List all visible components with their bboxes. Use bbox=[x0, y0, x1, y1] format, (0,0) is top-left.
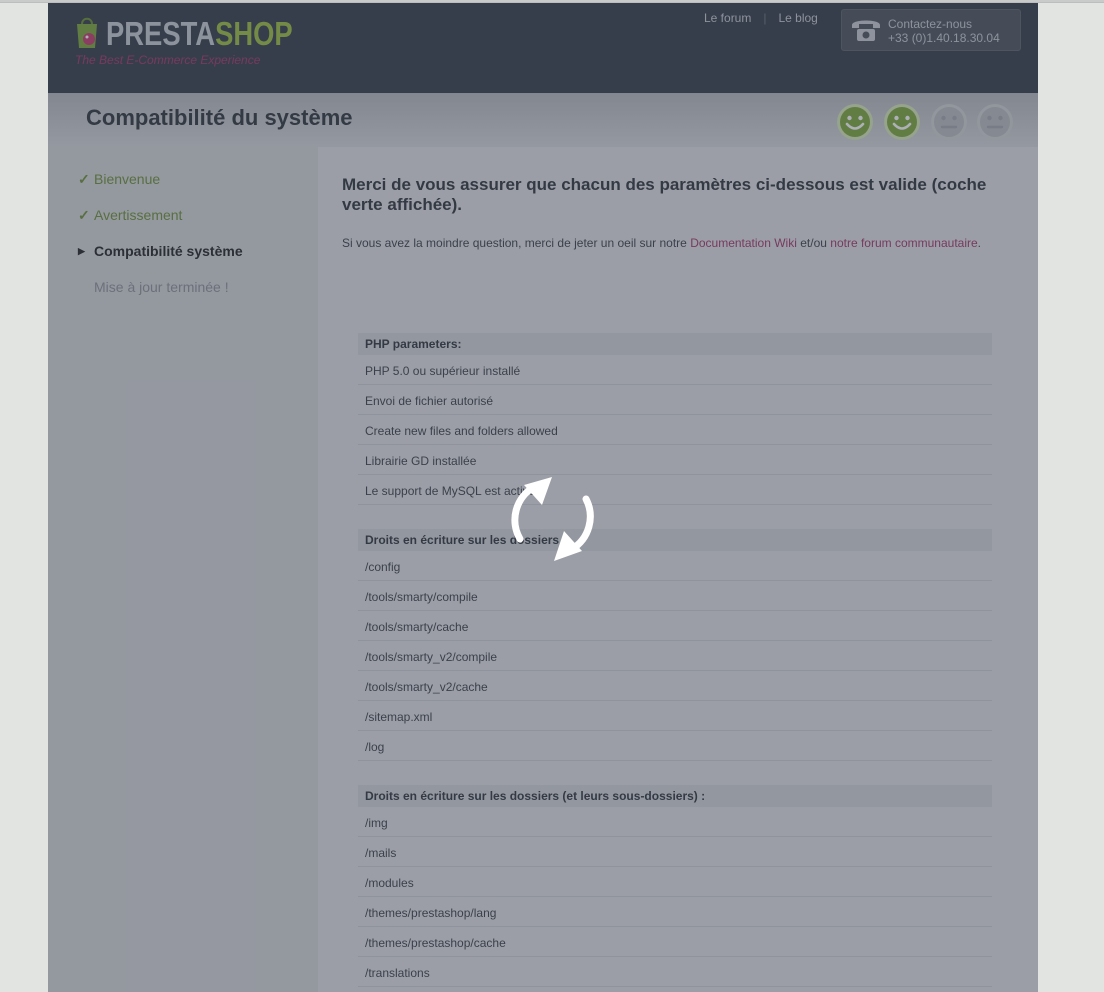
intro-text-part: et/ou bbox=[796, 236, 831, 250]
sidebar-step-mise-a-jour: Mise à jour terminée ! bbox=[78, 279, 229, 295]
sidebar-step-bienvenue[interactable]: ✓ Bienvenue bbox=[78, 171, 160, 188]
sidebar: ✓ Bienvenue ✓ Avertissement ▶ Compatibilité… bbox=[48, 147, 318, 992]
smiley-neutral-icon bbox=[977, 104, 1013, 140]
table-row: /translations bbox=[358, 957, 992, 987]
sidebar-step-label: Bienvenue bbox=[94, 171, 161, 187]
recursive-folder-permissions-table: Droits en écriture sur les dossiers (et … bbox=[358, 785, 992, 987]
shopping-bag-icon bbox=[77, 17, 97, 48]
forum-link[interactable]: Le forum bbox=[704, 11, 751, 25]
section-header: Droits en écriture sur les dossiers (et … bbox=[358, 785, 992, 807]
table-row: Create new files and folders allowed bbox=[358, 415, 992, 445]
main-content: Merci de vous assurer que chacun des par… bbox=[318, 147, 1038, 992]
page-title: Compatibilité du système bbox=[86, 105, 353, 130]
table-row: /log bbox=[358, 731, 992, 761]
table-row: /themes/prestashop/cache bbox=[358, 927, 992, 957]
sidebar-step-label: Compatibilité système bbox=[94, 243, 243, 259]
smiley-neutral-icon bbox=[931, 104, 967, 140]
table-row: Le support de MySQL est activé bbox=[358, 475, 992, 505]
community-forum-link[interactable]: notre forum communautaire bbox=[830, 236, 977, 250]
table-row: /img bbox=[358, 807, 992, 837]
logo-tagline: The Best E-Commerce Experience bbox=[75, 53, 261, 67]
smiley-happy-icon bbox=[884, 104, 920, 140]
table-row: /tools/smarty_v2/compile bbox=[358, 641, 992, 671]
loading-spinner-icon bbox=[511, 477, 594, 561]
documentation-wiki-link[interactable]: Documentation Wiki bbox=[690, 236, 797, 250]
link-separator: | bbox=[763, 11, 767, 25]
intro-text-part: Si vous avez la moindre question, merci … bbox=[342, 236, 691, 250]
table-row: /mails bbox=[358, 837, 992, 867]
table-row: /config bbox=[358, 551, 992, 581]
blog-link[interactable]: Le blog bbox=[778, 11, 817, 25]
contact-label: Contactez-nous bbox=[888, 17, 973, 31]
logo-word-shop: SHOP bbox=[215, 15, 293, 52]
table-row: /modules bbox=[358, 867, 992, 897]
phone-icon bbox=[852, 20, 880, 41]
checkmark-icon: ✓ bbox=[78, 207, 90, 223]
folder-permissions-table: Droits en écriture sur les dossiers/conf… bbox=[358, 529, 992, 761]
sidebar-step-label: Mise à jour terminée ! bbox=[94, 279, 229, 295]
title-bar: Compatibilité du système bbox=[48, 93, 1038, 147]
prestashop-logo[interactable]: PRESTASHOP The Best E-Commerce Experienc… bbox=[72, 13, 293, 69]
intro-text-part: . bbox=[977, 236, 982, 250]
contact-button[interactable]: Contactez-nous +33 (0)1.40.18.30.04 bbox=[841, 9, 1021, 51]
table-row: /sitemap.xml bbox=[358, 701, 992, 731]
logo-wordmark: PRESTASHOP bbox=[106, 16, 293, 52]
section-header: PHP parameters: bbox=[358, 333, 992, 355]
smiley-happy-icon bbox=[837, 104, 873, 140]
contact-phone: +33 (0)1.40.18.30.04 bbox=[888, 31, 1000, 45]
sidebar-step-compatibilite[interactable]: ▶ Compatibilité système bbox=[78, 243, 243, 259]
sidebar-step-avertissement[interactable]: ✓ Avertissement bbox=[78, 207, 182, 224]
intro-text: Si vous avez la moindre question, merci … bbox=[342, 234, 982, 252]
section-header: Droits en écriture sur les dossiers bbox=[358, 529, 992, 551]
main-heading: Merci de vous assurer que chacun des par… bbox=[342, 175, 987, 214]
table-row: /tools/smarty_v2/cache bbox=[358, 671, 992, 701]
table-row: PHP 5.0 ou supérieur installé bbox=[358, 355, 992, 385]
table-row: /tools/smarty/cache bbox=[358, 611, 992, 641]
top-links: Le forum | Le blog bbox=[704, 11, 818, 25]
header: PRESTASHOP The Best E-Commerce Experienc… bbox=[48, 3, 1038, 93]
php-parameters-table: PHP parameters: PHP 5.0 ou supérieur inst… bbox=[358, 333, 992, 505]
table-row: Librairie GD installée bbox=[358, 445, 992, 475]
arrow-right-icon: ▶ bbox=[78, 246, 85, 256]
table-row: /tools/smarty/compile bbox=[358, 581, 992, 611]
table-row: /themes/prestashop/lang bbox=[358, 897, 992, 927]
table-row: Envoi de fichier autorisé bbox=[358, 385, 992, 415]
checkmark-icon: ✓ bbox=[78, 171, 90, 187]
logo-word-presta: PRESTA bbox=[106, 15, 216, 52]
sidebar-step-label: Avertissement bbox=[94, 207, 183, 223]
